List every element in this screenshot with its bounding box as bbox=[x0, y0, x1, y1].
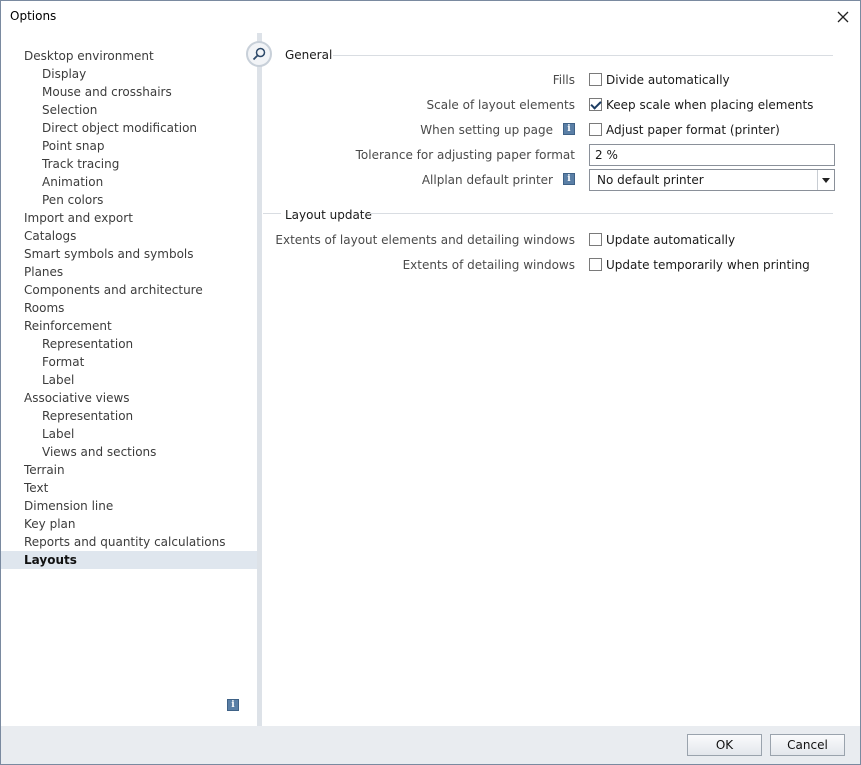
tree-item[interactable]: Representation bbox=[1, 335, 257, 353]
layout-update-heading: Layout update bbox=[285, 208, 372, 222]
cancel-button[interactable]: Cancel bbox=[770, 734, 845, 756]
keep-scale-checkbox[interactable] bbox=[589, 98, 602, 111]
update-temporarily-label[interactable]: Update temporarily when printing bbox=[606, 258, 810, 272]
tree-item[interactable]: Pen colors bbox=[1, 191, 257, 209]
divide-automatically-checkbox[interactable] bbox=[589, 73, 602, 86]
options-dialog: Options Desktop environment Display Mouse … bbox=[0, 0, 861, 765]
tree-item[interactable]: Selection bbox=[1, 101, 257, 119]
info-icon[interactable]: i bbox=[563, 123, 575, 135]
fills-label: Fills bbox=[552, 73, 575, 87]
panel-splitter[interactable] bbox=[257, 33, 262, 726]
update-automatically-checkbox[interactable] bbox=[589, 233, 602, 246]
close-icon bbox=[837, 11, 849, 23]
chevron-down-icon[interactable] bbox=[817, 170, 834, 190]
close-button[interactable] bbox=[832, 6, 854, 28]
tree-item[interactable]: Rooms bbox=[1, 299, 257, 317]
adjust-paper-checkbox[interactable] bbox=[589, 123, 602, 136]
tree-item[interactable]: Track tracing bbox=[1, 155, 257, 173]
options-tree: Desktop environment Display Mouse and cros… bbox=[1, 47, 257, 569]
printer-dropdown[interactable]: No default printer bbox=[589, 169, 835, 191]
extents-layout-label: Extents of layout elements and detailing… bbox=[275, 233, 575, 247]
dialog-footer: OK Cancel bbox=[1, 726, 860, 764]
section-divider bbox=[333, 55, 833, 56]
tree-item[interactable]: Point snap bbox=[1, 137, 257, 155]
tree-item[interactable]: Smart symbols and symbols bbox=[1, 245, 257, 263]
search-button[interactable] bbox=[246, 41, 272, 67]
tree-item[interactable]: Desktop environment bbox=[1, 47, 257, 65]
tree-item[interactable]: Planes bbox=[1, 263, 257, 281]
tolerance-input[interactable]: 2 % bbox=[589, 144, 835, 166]
tree-item[interactable]: Representation bbox=[1, 407, 257, 425]
tree-item[interactable]: Components and architecture bbox=[1, 281, 257, 299]
update-automatically-label[interactable]: Update automatically bbox=[606, 233, 735, 247]
printer-label: Allplan default printer bbox=[421, 173, 553, 187]
adjust-paper-label[interactable]: Adjust paper format (printer) bbox=[606, 123, 780, 137]
tree-item[interactable]: Mouse and crosshairs bbox=[1, 83, 257, 101]
tree-item[interactable]: Layouts bbox=[1, 551, 257, 569]
tree-item[interactable]: Animation bbox=[1, 173, 257, 191]
info-icon[interactable]: i bbox=[227, 699, 239, 711]
tree-item[interactable]: Associative views bbox=[1, 389, 257, 407]
ok-button[interactable]: OK bbox=[687, 734, 762, 756]
search-icon bbox=[252, 47, 266, 61]
tree-item[interactable]: Dimension line bbox=[1, 497, 257, 515]
tree-item[interactable]: Direct object modification bbox=[1, 119, 257, 137]
tree-item[interactable]: Terrain bbox=[1, 461, 257, 479]
printer-dropdown-value: No default printer bbox=[597, 173, 704, 187]
title-bar: Options bbox=[1, 1, 860, 33]
tree-item[interactable]: Import and export bbox=[1, 209, 257, 227]
tree-item[interactable]: Display bbox=[1, 65, 257, 83]
section-divider bbox=[369, 213, 833, 214]
extents-detailing-label: Extents of detailing windows bbox=[402, 258, 575, 272]
window-title: Options bbox=[10, 9, 57, 23]
tolerance-label: Tolerance for adjusting paper format bbox=[355, 148, 575, 162]
general-heading: General bbox=[285, 48, 333, 62]
setup-page-label: When setting up page bbox=[420, 123, 553, 137]
tree-item[interactable]: Views and sections bbox=[1, 443, 257, 461]
scale-label: Scale of layout elements bbox=[426, 98, 575, 112]
tree-item[interactable]: Label bbox=[1, 371, 257, 389]
keep-scale-label[interactable]: Keep scale when placing elements bbox=[606, 98, 813, 112]
divide-automatically-label[interactable]: Divide automatically bbox=[606, 73, 730, 87]
tree-item[interactable]: Reinforcement bbox=[1, 317, 257, 335]
update-temporarily-checkbox[interactable] bbox=[589, 258, 602, 271]
tree-item[interactable]: Key plan bbox=[1, 515, 257, 533]
tree-item[interactable]: Format bbox=[1, 353, 257, 371]
tree-item[interactable]: Label bbox=[1, 425, 257, 443]
section-divider bbox=[263, 213, 281, 214]
tree-item[interactable]: Reports and quantity calculations bbox=[1, 533, 257, 551]
info-icon[interactable]: i bbox=[563, 173, 575, 185]
tree-item[interactable]: Text bbox=[1, 479, 257, 497]
tree-item[interactable]: Catalogs bbox=[1, 227, 257, 245]
